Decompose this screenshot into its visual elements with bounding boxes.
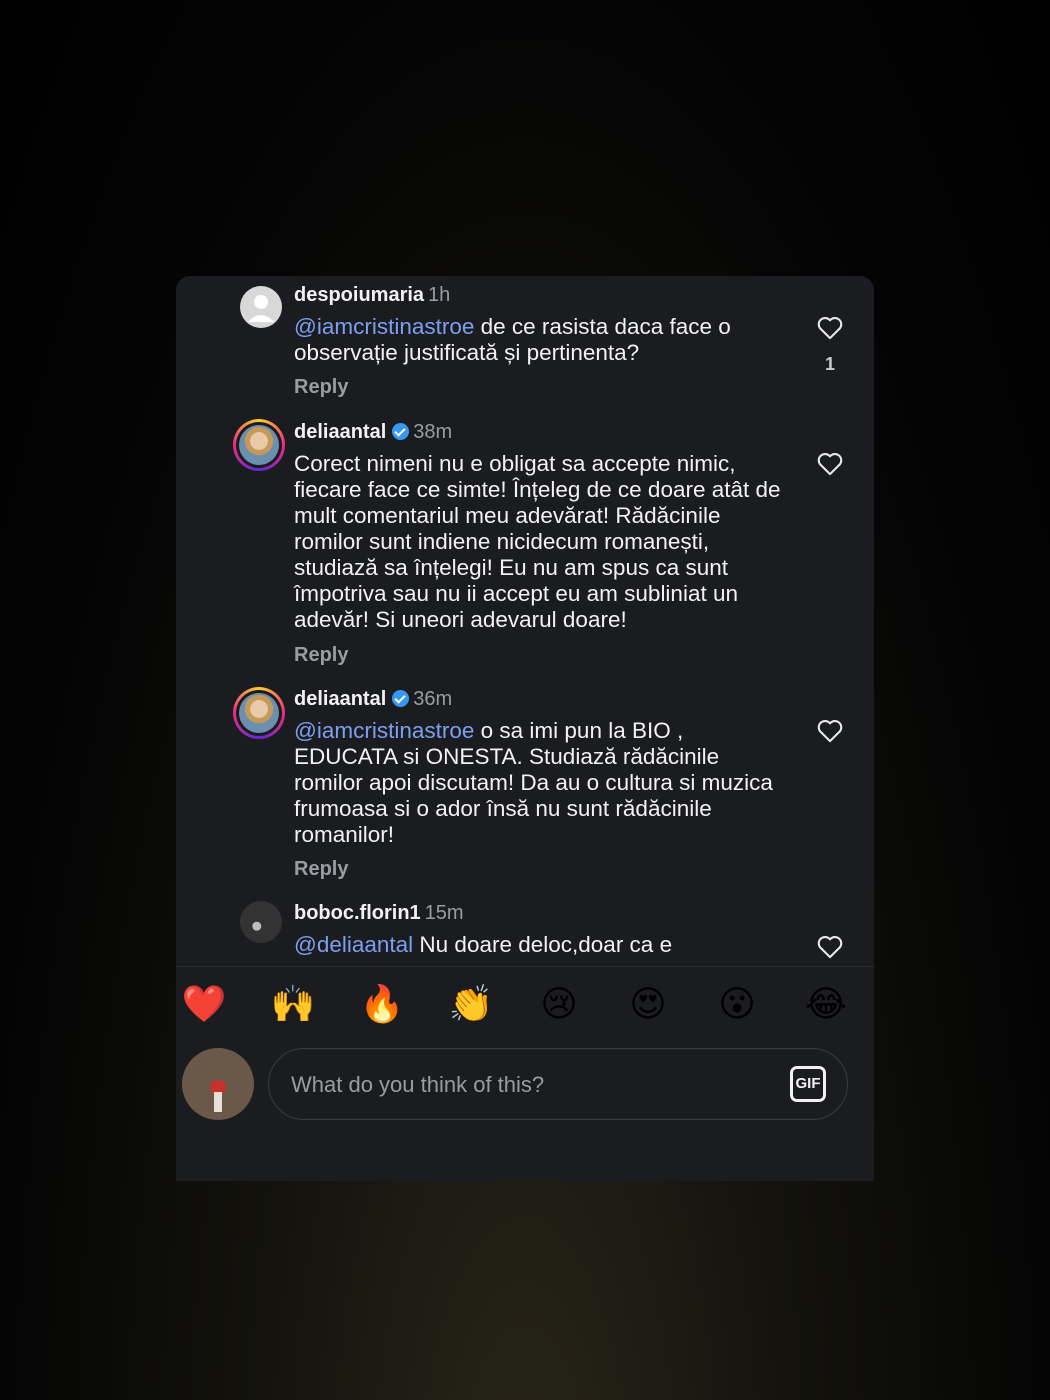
heart-icon[interactable] bbox=[816, 450, 844, 476]
comment-text: @deliaantal Nu doare deloc,doar ca e bbox=[294, 932, 784, 958]
comment-username[interactable]: deliaantal bbox=[294, 421, 386, 443]
comments-panel: despoiumaria 1h @iamcristinastroe de ce r… bbox=[176, 276, 874, 1181]
reply-button[interactable]: Reply bbox=[294, 376, 348, 399]
red-heart-emoji[interactable]: ❤️ bbox=[176, 980, 232, 1028]
heart-icon[interactable] bbox=[816, 717, 844, 743]
comment-composer: GIF bbox=[176, 1046, 874, 1126]
avatar-photo bbox=[239, 693, 279, 733]
gif-button[interactable]: GIF bbox=[790, 1066, 826, 1102]
clapping-hands-emoji[interactable]: 👏 bbox=[443, 980, 499, 1028]
comment-mention[interactable]: @deliaantal bbox=[294, 932, 413, 957]
heart-icon[interactable] bbox=[816, 314, 844, 340]
quick-reactions-bar: ❤️ 🙌 🔥 👏 😢 😍 😮 😂 bbox=[176, 976, 874, 1032]
comment-mention[interactable]: @iamcristinastroe bbox=[294, 718, 474, 743]
avatar[interactable] bbox=[240, 901, 282, 943]
comment-header: despoiumaria 1h bbox=[294, 284, 450, 307]
comment-time: 36m bbox=[413, 688, 453, 710]
laughing-tears-emoji[interactable]: 😂 bbox=[798, 980, 854, 1028]
comment-input-box: GIF bbox=[268, 1048, 848, 1120]
story-avatar[interactable] bbox=[233, 419, 285, 471]
like-count: 1 bbox=[824, 354, 835, 374]
story-avatar[interactable] bbox=[233, 687, 285, 739]
fire-emoji[interactable]: 🔥 bbox=[354, 980, 410, 1028]
crying-face-emoji[interactable]: 😢 bbox=[531, 980, 587, 1028]
comment-mention[interactable]: @iamcristinastroe bbox=[294, 314, 474, 339]
reply-button[interactable]: Reply bbox=[294, 858, 348, 881]
verified-badge-icon bbox=[392, 423, 410, 440]
heart-icon[interactable] bbox=[816, 933, 844, 959]
comment-username[interactable]: deliaantal bbox=[294, 688, 386, 710]
reply-button[interactable]: Reply bbox=[294, 644, 348, 667]
comment-text: Corect nimeni nu e obligat sa accepte ni… bbox=[294, 451, 781, 632]
comment-text: @iamcristinastroe o sa imi pun la BIO , … bbox=[294, 718, 784, 848]
divider bbox=[176, 966, 874, 967]
comment-username[interactable]: boboc.florin1 bbox=[294, 902, 421, 924]
comment-input[interactable] bbox=[289, 1067, 773, 1103]
comment-header: deliaantal 38m bbox=[294, 421, 452, 444]
surprised-face-emoji[interactable]: 😮 bbox=[709, 980, 765, 1028]
person-icon bbox=[248, 295, 274, 322]
comment-username[interactable]: despoiumaria bbox=[294, 284, 424, 306]
comment-body: Nu doare deloc,doar ca e bbox=[413, 932, 673, 957]
default-avatar[interactable] bbox=[240, 286, 282, 328]
comment-time: 1h bbox=[428, 284, 451, 306]
comment-list[interactable]: despoiumaria 1h @iamcristinastroe de ce r… bbox=[176, 276, 874, 966]
user-avatar[interactable] bbox=[182, 1048, 254, 1120]
avatar-photo bbox=[239, 425, 279, 465]
comment-time: 38m bbox=[413, 421, 453, 443]
raising-hands-emoji[interactable]: 🙌 bbox=[265, 980, 321, 1028]
verified-badge-icon bbox=[392, 690, 410, 707]
comment-header: deliaantal 36m bbox=[294, 688, 452, 711]
comment-time: 15m bbox=[424, 902, 464, 924]
heart-eyes-emoji[interactable]: 😍 bbox=[620, 980, 676, 1028]
comment-text: @iamcristinastroe de ce rasista daca fac… bbox=[294, 314, 784, 366]
comment-header: boboc.florin1 15m bbox=[294, 902, 464, 925]
